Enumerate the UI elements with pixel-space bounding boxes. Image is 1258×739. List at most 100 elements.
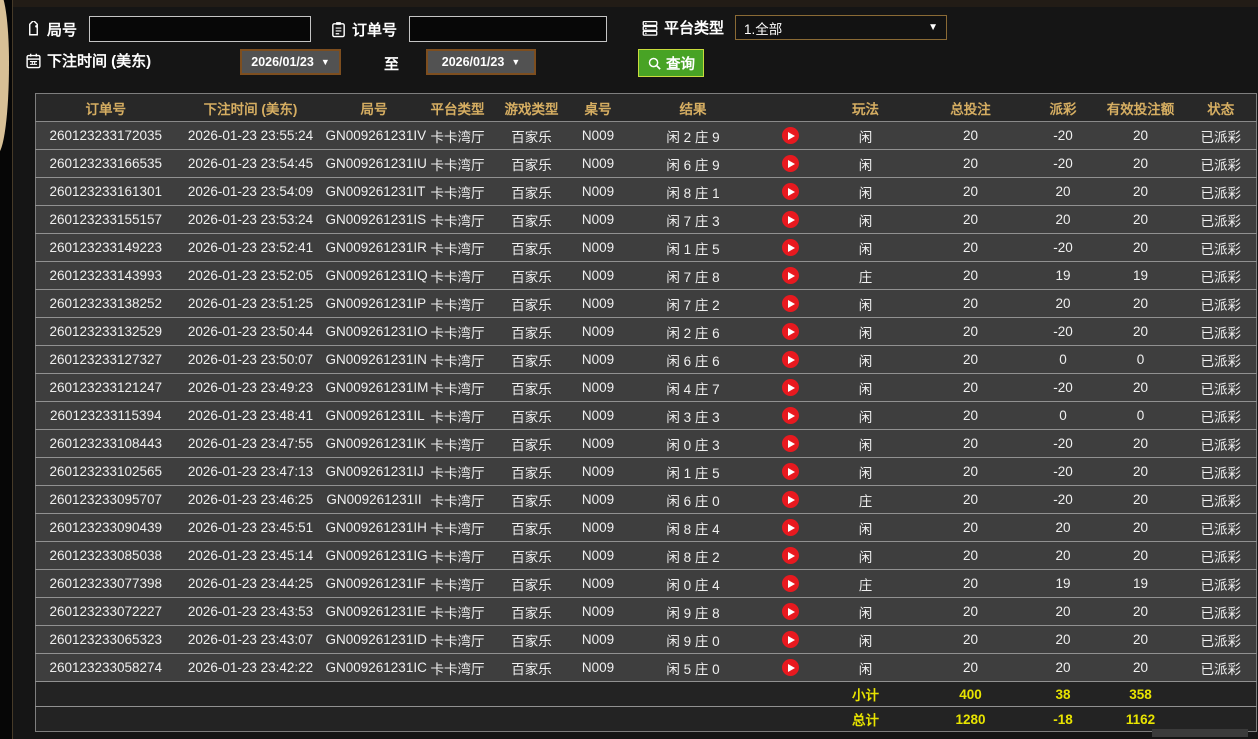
cell-order: 260123233172035 (35, 121, 176, 150)
cell-total-bet: 20 (910, 149, 1031, 178)
cell-game-type: 百家乐 (492, 261, 571, 290)
play-icon[interactable] (782, 239, 799, 256)
cell-total-bet: 20 (910, 233, 1031, 262)
table-row: 260123233155157 2026-01-23 23:53:24 GN00… (35, 205, 1257, 234)
cell-game-type: 百家乐 (492, 513, 571, 542)
cell-result: 闲 0 庄 3 (625, 429, 761, 458)
cell-replay (760, 177, 821, 206)
play-icon[interactable] (782, 351, 799, 368)
cell-play: 闲 (820, 597, 911, 626)
cell-result: 闲 7 庄 2 (625, 289, 761, 318)
platform-filter: 平台类型 1.全部 ▼ (641, 15, 948, 40)
cell-total-bet: 20 (910, 401, 1031, 430)
cell-replay (760, 429, 821, 458)
cell-payout: 0 (1030, 345, 1096, 374)
cell-total-bet: 20 (910, 373, 1031, 402)
date-to-select[interactable]: 2026/01/23 ▼ (426, 49, 536, 75)
scrollbar-corner[interactable] (1152, 729, 1248, 737)
cell-table-no: N009 (570, 205, 626, 234)
play-icon[interactable] (782, 407, 799, 424)
cell-valid-bet: 20 (1095, 541, 1186, 570)
cell-replay (760, 261, 821, 290)
cell-platform: 卡卡湾厅 (422, 121, 493, 150)
cell-total-bet: 20 (910, 205, 1031, 234)
cell-bet-time: 2026-01-23 23:44:25 (175, 569, 326, 598)
subtotal-status-spacer (1185, 681, 1257, 707)
play-icon[interactable] (782, 575, 799, 592)
cell-play: 庄 (820, 485, 911, 514)
cell-table-no: N009 (570, 597, 626, 626)
cell-result: 闲 6 庄 0 (625, 485, 761, 514)
cell-play: 庄 (820, 261, 911, 290)
play-icon[interactable] (782, 631, 799, 648)
table-row: 260123233149223 2026-01-23 23:52:41 GN00… (35, 233, 1257, 262)
grand-total-spacer (35, 706, 821, 732)
cell-replay (760, 513, 821, 542)
cell-total-bet: 20 (910, 569, 1031, 598)
play-icon[interactable] (782, 547, 799, 564)
cell-order: 260123233077398 (35, 569, 176, 598)
cell-replay (760, 345, 821, 374)
play-icon[interactable] (782, 491, 799, 508)
cell-round: GN009261231IK (325, 429, 426, 458)
cell-order: 260123233161301 (35, 177, 176, 206)
play-icon[interactable] (782, 659, 799, 676)
cell-total-bet: 20 (910, 513, 1031, 542)
cell-total-bet: 20 (910, 317, 1031, 346)
cell-bet-time: 2026-01-23 23:49:23 (175, 373, 326, 402)
play-icon[interactable] (782, 155, 799, 172)
cell-payout: -20 (1030, 457, 1096, 486)
stack-icon (641, 19, 659, 37)
cell-platform: 卡卡湾厅 (422, 457, 493, 486)
table-row: 260123233102565 2026-01-23 23:47:13 GN00… (35, 457, 1257, 486)
search-button[interactable]: 查询 (638, 49, 704, 77)
header-round: 局号 (325, 93, 423, 122)
cell-result: 闲 7 庄 8 (625, 261, 761, 290)
cell-payout: 19 (1030, 569, 1096, 598)
cell-round: GN009261231II (325, 485, 423, 514)
play-icon[interactable] (782, 463, 799, 480)
cell-valid-bet: 20 (1095, 485, 1186, 514)
date-from-select[interactable]: 2026/01/23 ▼ (240, 49, 341, 75)
cell-play: 闲 (820, 653, 911, 682)
round-filter-label: 局号 (47, 21, 78, 39)
cell-bet-time: 2026-01-23 23:45:51 (175, 513, 326, 542)
play-icon[interactable] (782, 379, 799, 396)
cell-game-type: 百家乐 (492, 429, 571, 458)
play-icon[interactable] (782, 183, 799, 200)
cell-round: GN009261231IR (325, 233, 427, 262)
cell-play: 闲 (820, 233, 911, 262)
cell-status: 已派彩 (1185, 429, 1257, 458)
play-icon[interactable] (782, 519, 799, 536)
cell-status: 已派彩 (1185, 177, 1257, 206)
cell-table-no: N009 (570, 401, 626, 430)
round-input[interactable] (89, 16, 312, 42)
play-icon[interactable] (782, 435, 799, 452)
date-to-value: 2026/01/23 (441, 55, 505, 69)
cell-platform: 卡卡湾厅 (422, 429, 493, 458)
cell-table-no: N009 (570, 569, 626, 598)
cell-table-no: N009 (570, 541, 626, 570)
grand-total-row: 总计 1280 -18 1162 (35, 706, 1257, 732)
cell-order: 260123233143993 (35, 261, 176, 290)
table-row: 260123233058274 2026-01-23 23:42:22 GN00… (35, 653, 1257, 682)
play-icon[interactable] (782, 211, 799, 228)
platform-dropdown-value: 1.全部 (744, 21, 783, 37)
platform-dropdown[interactable]: 1.全部 ▼ (735, 15, 948, 40)
cell-status: 已派彩 (1185, 149, 1257, 178)
play-icon[interactable] (782, 323, 799, 340)
play-icon[interactable] (782, 295, 799, 312)
table-row: 260123233172035 2026-01-23 23:55:24 GN00… (35, 121, 1257, 150)
cell-play: 闲 (820, 429, 911, 458)
play-icon[interactable] (782, 267, 799, 284)
order-input[interactable] (409, 16, 608, 42)
play-icon[interactable] (782, 603, 799, 620)
cell-bet-time: 2026-01-23 23:51:25 (175, 289, 326, 318)
header-replay (760, 93, 821, 122)
cell-round: GN009261231IU (325, 149, 427, 178)
cell-round: GN009261231IG (325, 541, 428, 570)
cell-total-bet: 20 (910, 261, 1031, 290)
cell-replay (760, 597, 821, 626)
play-icon[interactable] (782, 127, 799, 144)
cell-bet-time: 2026-01-23 23:54:45 (175, 149, 326, 178)
